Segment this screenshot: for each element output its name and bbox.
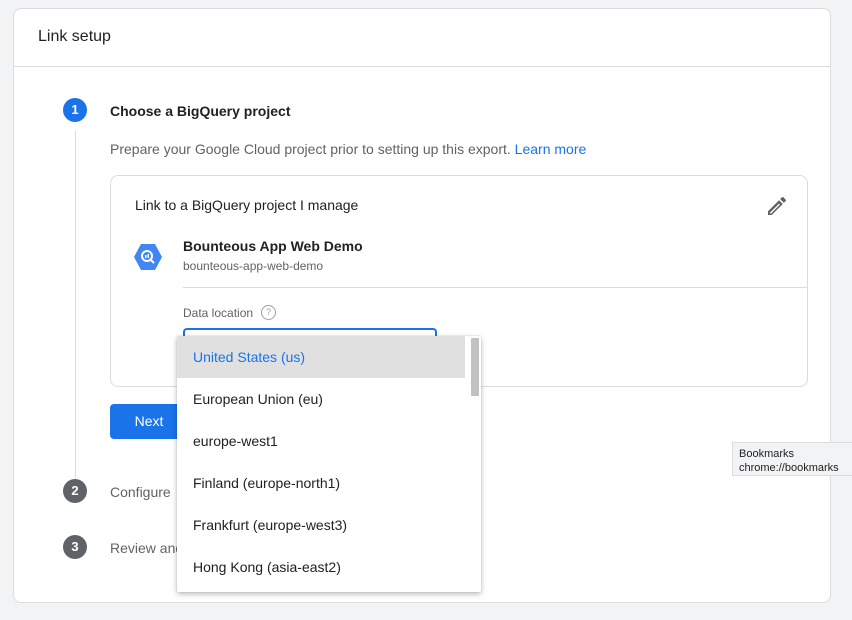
step-2-title: Configure	[110, 484, 171, 500]
dropdown-option[interactable]: europe-west1	[177, 420, 465, 462]
data-location-label: Data location	[183, 306, 254, 320]
project-box-heading: Link to a BigQuery project I manage	[135, 197, 359, 213]
pencil-icon	[768, 196, 787, 215]
dropdown-option-selected[interactable]: United States (us)	[177, 336, 465, 378]
dropdown-option[interactable]: Hong Kong (asia-east2)	[177, 546, 465, 588]
dropdown-scrollbar[interactable]	[467, 336, 481, 592]
tooltip-url: chrome://bookmarks	[739, 462, 839, 474]
help-icon[interactable]: ?	[261, 305, 276, 320]
learn-more-link[interactable]: Learn more	[515, 141, 587, 157]
step-1-description: Prepare your Google Cloud project prior …	[110, 141, 586, 157]
dropdown-option[interactable]: Frankfurt (europe-west3)	[177, 504, 465, 546]
divider	[183, 287, 807, 288]
step-2-indicator: 2	[63, 479, 87, 503]
dropdown-option[interactable]: European Union (eu)	[177, 378, 465, 420]
description-text: Prepare your Google Cloud project prior …	[110, 141, 511, 157]
edit-project-button[interactable]	[765, 194, 789, 218]
project-name: Bounteous App Web Demo	[183, 238, 363, 254]
stepper-line	[75, 131, 76, 481]
step-1-title: Choose a BigQuery project	[110, 103, 291, 119]
step-1-indicator: 1	[63, 98, 87, 122]
data-location-dropdown: United States (us) European Union (eu) e…	[177, 336, 481, 592]
bigquery-icon	[134, 244, 162, 270]
scrollbar-thumb[interactable]	[471, 338, 479, 396]
bookmarks-tooltip: Bookmarks chrome://bookmarks	[732, 442, 852, 476]
step-3-title: Review and	[110, 540, 184, 556]
tooltip-title: Bookmarks	[739, 448, 795, 460]
card-header: Link setup	[14, 9, 830, 67]
page-title: Link setup	[38, 28, 111, 45]
dropdown-option[interactable]: Finland (europe-north1)	[177, 462, 465, 504]
project-id: bounteous-app-web-demo	[183, 259, 324, 273]
step-3-indicator: 3	[63, 535, 87, 559]
